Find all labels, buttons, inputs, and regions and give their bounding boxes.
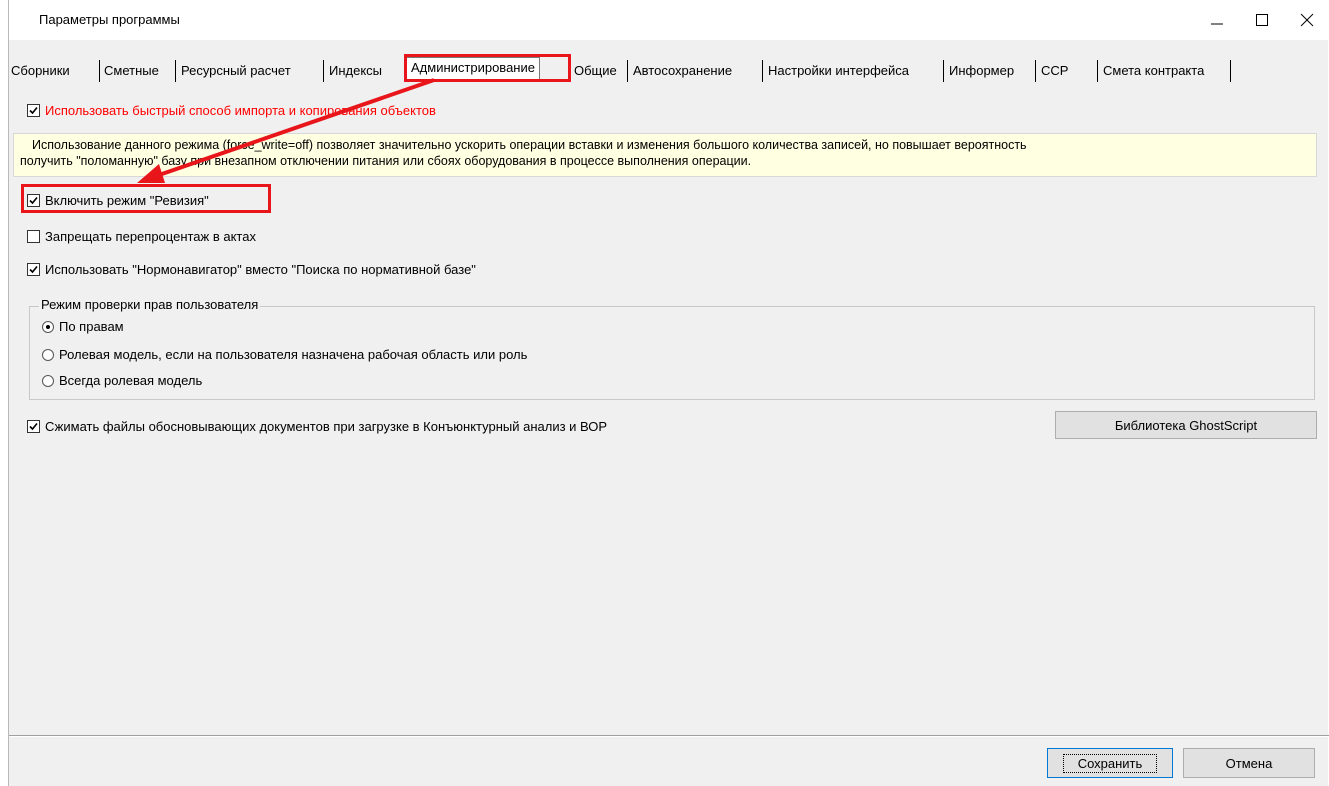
settings-window: Параметры программы Сборники Сметные Рес… [8,0,1329,786]
annotation-arrow [137,78,435,183]
